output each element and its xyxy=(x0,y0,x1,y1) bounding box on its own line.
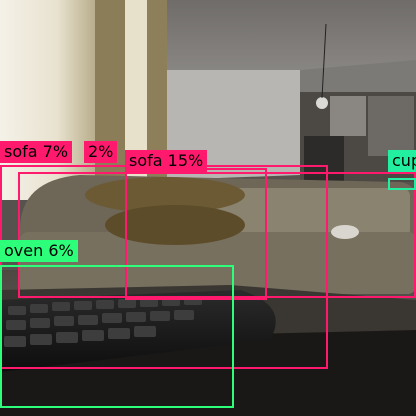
detection-label-sofa-2: 2% xyxy=(84,141,118,163)
detection-label-sofa-15: sofa 15% xyxy=(125,150,208,172)
detection-label-sofa-7: sofa 7% xyxy=(0,141,73,163)
detection-box-oven xyxy=(0,265,234,408)
detection-label-cup: cup xyxy=(388,150,416,172)
detection-box-cup xyxy=(388,178,416,190)
detection-label-oven: oven 6% xyxy=(0,240,78,262)
